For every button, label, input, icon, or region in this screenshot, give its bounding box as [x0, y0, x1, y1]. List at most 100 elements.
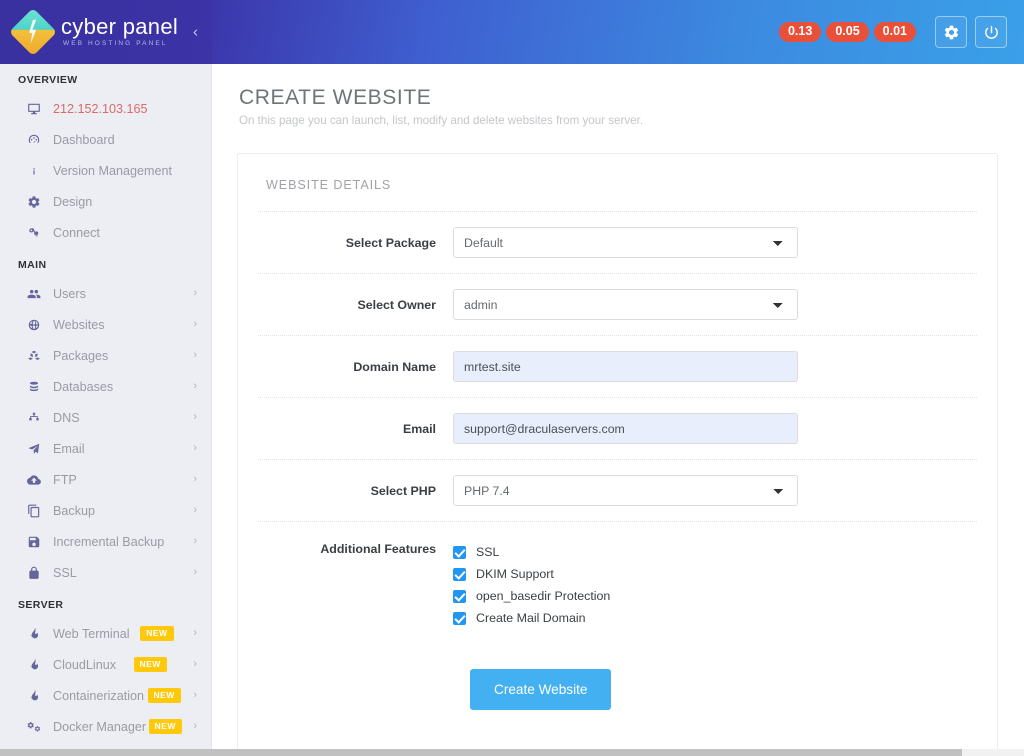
form-row-domain-name: Domain Name — [258, 335, 977, 397]
checkbox-open-basedir-protection[interactable] — [453, 590, 466, 603]
sidebar-section-server-title: SERVER — [0, 588, 211, 618]
sidebar-collapse-button[interactable]: ‹ — [193, 25, 198, 40]
sidebar-item-version-management[interactable]: Version Management — [0, 155, 211, 186]
brand-name: cyber panel — [61, 16, 178, 38]
chevron-right-icon: › — [193, 567, 197, 578]
page-subtitle: On this page you can launch, list, modif… — [239, 114, 1024, 127]
form-row-select-owner: Select Owner admin — [258, 273, 977, 335]
flame-icon — [27, 689, 49, 703]
sidebar-item-ftp[interactable]: FTP › — [0, 464, 211, 495]
sidebar-item-label: CloudLinux — [53, 658, 116, 672]
cloud-upload-icon — [27, 473, 49, 487]
form-row-select-php: Select PHP PHP 7.4 — [258, 459, 977, 521]
checkbox-create-mail-domain[interactable] — [453, 612, 466, 625]
sidebar-item-dns[interactable]: DNS › — [0, 402, 211, 433]
sidebar-item-email[interactable]: Email › — [0, 433, 211, 464]
horizontal-scrollbar[interactable] — [0, 749, 1024, 756]
sidebar-item-containerization[interactable]: Containerization NEW › — [0, 680, 211, 711]
checkbox-row-dkim[interactable]: DKIM Support — [453, 563, 798, 585]
sidebar-item-label: Version Management — [53, 164, 172, 178]
sidebar-item-label: FTP — [53, 473, 77, 487]
sidebar-item-label: DNS — [53, 411, 80, 425]
chevron-right-icon: › — [193, 659, 197, 670]
sidebar-item-web-terminal[interactable]: Web Terminal NEW › — [0, 618, 211, 649]
sidebar-item-label: Backup — [53, 504, 95, 518]
sidebar-item-dashboard[interactable]: Dashboard — [0, 124, 211, 155]
flame-icon — [27, 627, 49, 641]
load-badge-2: 0.05 — [826, 22, 868, 42]
checkbox-row-ssl[interactable]: SSL — [453, 541, 798, 563]
sidebar-item-label: Containerization — [53, 689, 144, 703]
chevron-right-icon: › — [193, 690, 197, 701]
sidebar-item-ssl[interactable]: SSL › — [0, 557, 211, 588]
brand-subtitle: WEB HOSTING PANEL — [61, 41, 178, 48]
monitor-icon — [27, 102, 49, 116]
sidebar-item-label: Email — [53, 442, 85, 456]
cyberpanel-logo-icon — [9, 8, 57, 56]
sidebar: OVERVIEW 212.152.103.165 Dashboard Versi… — [0, 64, 212, 756]
sidebar-item-label: 212.152.103.165 — [53, 102, 148, 116]
sidebar-item-label: Users — [53, 287, 86, 301]
email-input[interactable] — [453, 413, 798, 444]
sidebar-item-incremental-backup[interactable]: Incremental Backup › — [0, 526, 211, 557]
info-icon — [27, 164, 49, 178]
chevron-right-icon: › — [193, 721, 197, 732]
label-select-package: Select Package — [258, 236, 453, 250]
label-additional-features: Additional Features — [258, 539, 453, 556]
sidebar-item-label: Docker Manager — [53, 720, 146, 734]
chevron-right-icon: › — [193, 319, 197, 330]
sidebar-item-docker-manager[interactable]: Docker Manager NEW › — [0, 711, 211, 742]
gear-icon — [27, 195, 49, 209]
logout-power-button[interactable] — [975, 16, 1007, 48]
create-website-button[interactable]: Create Website — [470, 669, 611, 710]
sidebar-item-packages[interactable]: Packages › — [0, 340, 211, 371]
chevron-right-icon: › — [193, 443, 197, 454]
chevron-right-icon: › — [193, 350, 197, 361]
brand-text: cyber panel WEB HOSTING PANEL — [61, 16, 178, 48]
checkbox-row-open-basedir[interactable]: open_basedir Protection — [453, 585, 798, 607]
sidebar-item-design[interactable]: Design — [0, 186, 211, 217]
form-row-select-package: Select Package Default — [258, 211, 977, 273]
copy-icon — [27, 504, 49, 518]
sidebar-item-cloudlinux[interactable]: CloudLinux NEW › — [0, 649, 211, 680]
sidebar-item-databases[interactable]: Databases › — [0, 371, 211, 402]
load-badge-3: 0.01 — [874, 22, 916, 42]
sitemap-icon — [27, 411, 49, 425]
sidebar-item-websites[interactable]: Websites › — [0, 309, 211, 340]
checkbox-ssl[interactable] — [453, 546, 466, 559]
label-domain-name: Domain Name — [258, 360, 453, 374]
select-php-dropdown[interactable]: PHP 7.4 — [453, 475, 798, 506]
checkbox-label: SSL — [476, 545, 499, 559]
sidebar-section-overview-title: OVERVIEW — [0, 64, 211, 93]
form-row-additional-features: Additional Features SSL DKIM Support — [258, 521, 977, 647]
domain-name-input[interactable] — [453, 351, 798, 382]
flame-icon — [27, 658, 49, 672]
brand-area[interactable]: cyber panel WEB HOSTING PANEL ‹ — [0, 0, 212, 64]
sidebar-item-label: Design — [53, 195, 92, 209]
sidebar-item-ip-address[interactable]: 212.152.103.165 — [0, 93, 211, 124]
card-title: WEBSITE DETAILS — [238, 154, 997, 192]
save-icon — [27, 535, 49, 549]
database-icon — [27, 380, 49, 394]
checkbox-dkim-support[interactable] — [453, 568, 466, 581]
checkbox-row-create-mail-domain[interactable]: Create Mail Domain — [453, 607, 798, 629]
sidebar-item-label: Packages — [53, 349, 108, 363]
settings-button[interactable] — [935, 16, 967, 48]
sidebar-section-main-title: MAIN — [0, 248, 211, 278]
scrollbar-thumb[interactable] — [0, 749, 962, 756]
lock-icon — [27, 566, 49, 580]
form-submit-row: Create Website — [258, 647, 977, 710]
checkbox-label: open_basedir Protection — [476, 589, 610, 603]
sidebar-item-backup[interactable]: Backup › — [0, 495, 211, 526]
sidebar-item-label: Connect — [53, 226, 100, 240]
sidebar-item-users[interactable]: Users › — [0, 278, 211, 309]
main-content: CREATE WEBSITE On this page you can laun… — [213, 64, 1024, 756]
select-owner-dropdown[interactable]: admin — [453, 289, 798, 320]
sidebar-item-label: Databases — [53, 380, 113, 394]
new-badge: NEW — [140, 626, 173, 641]
additional-features-checkbox-group: SSL DKIM Support open_basedir Protection — [453, 539, 798, 629]
page-title: CREATE WEBSITE — [239, 86, 1024, 110]
cyberpanel-app: cyber panel WEB HOSTING PANEL ‹ 0.13 0.0… — [0, 0, 1024, 756]
sidebar-item-connect[interactable]: Connect — [0, 217, 211, 248]
select-package-dropdown[interactable]: Default — [453, 227, 798, 258]
